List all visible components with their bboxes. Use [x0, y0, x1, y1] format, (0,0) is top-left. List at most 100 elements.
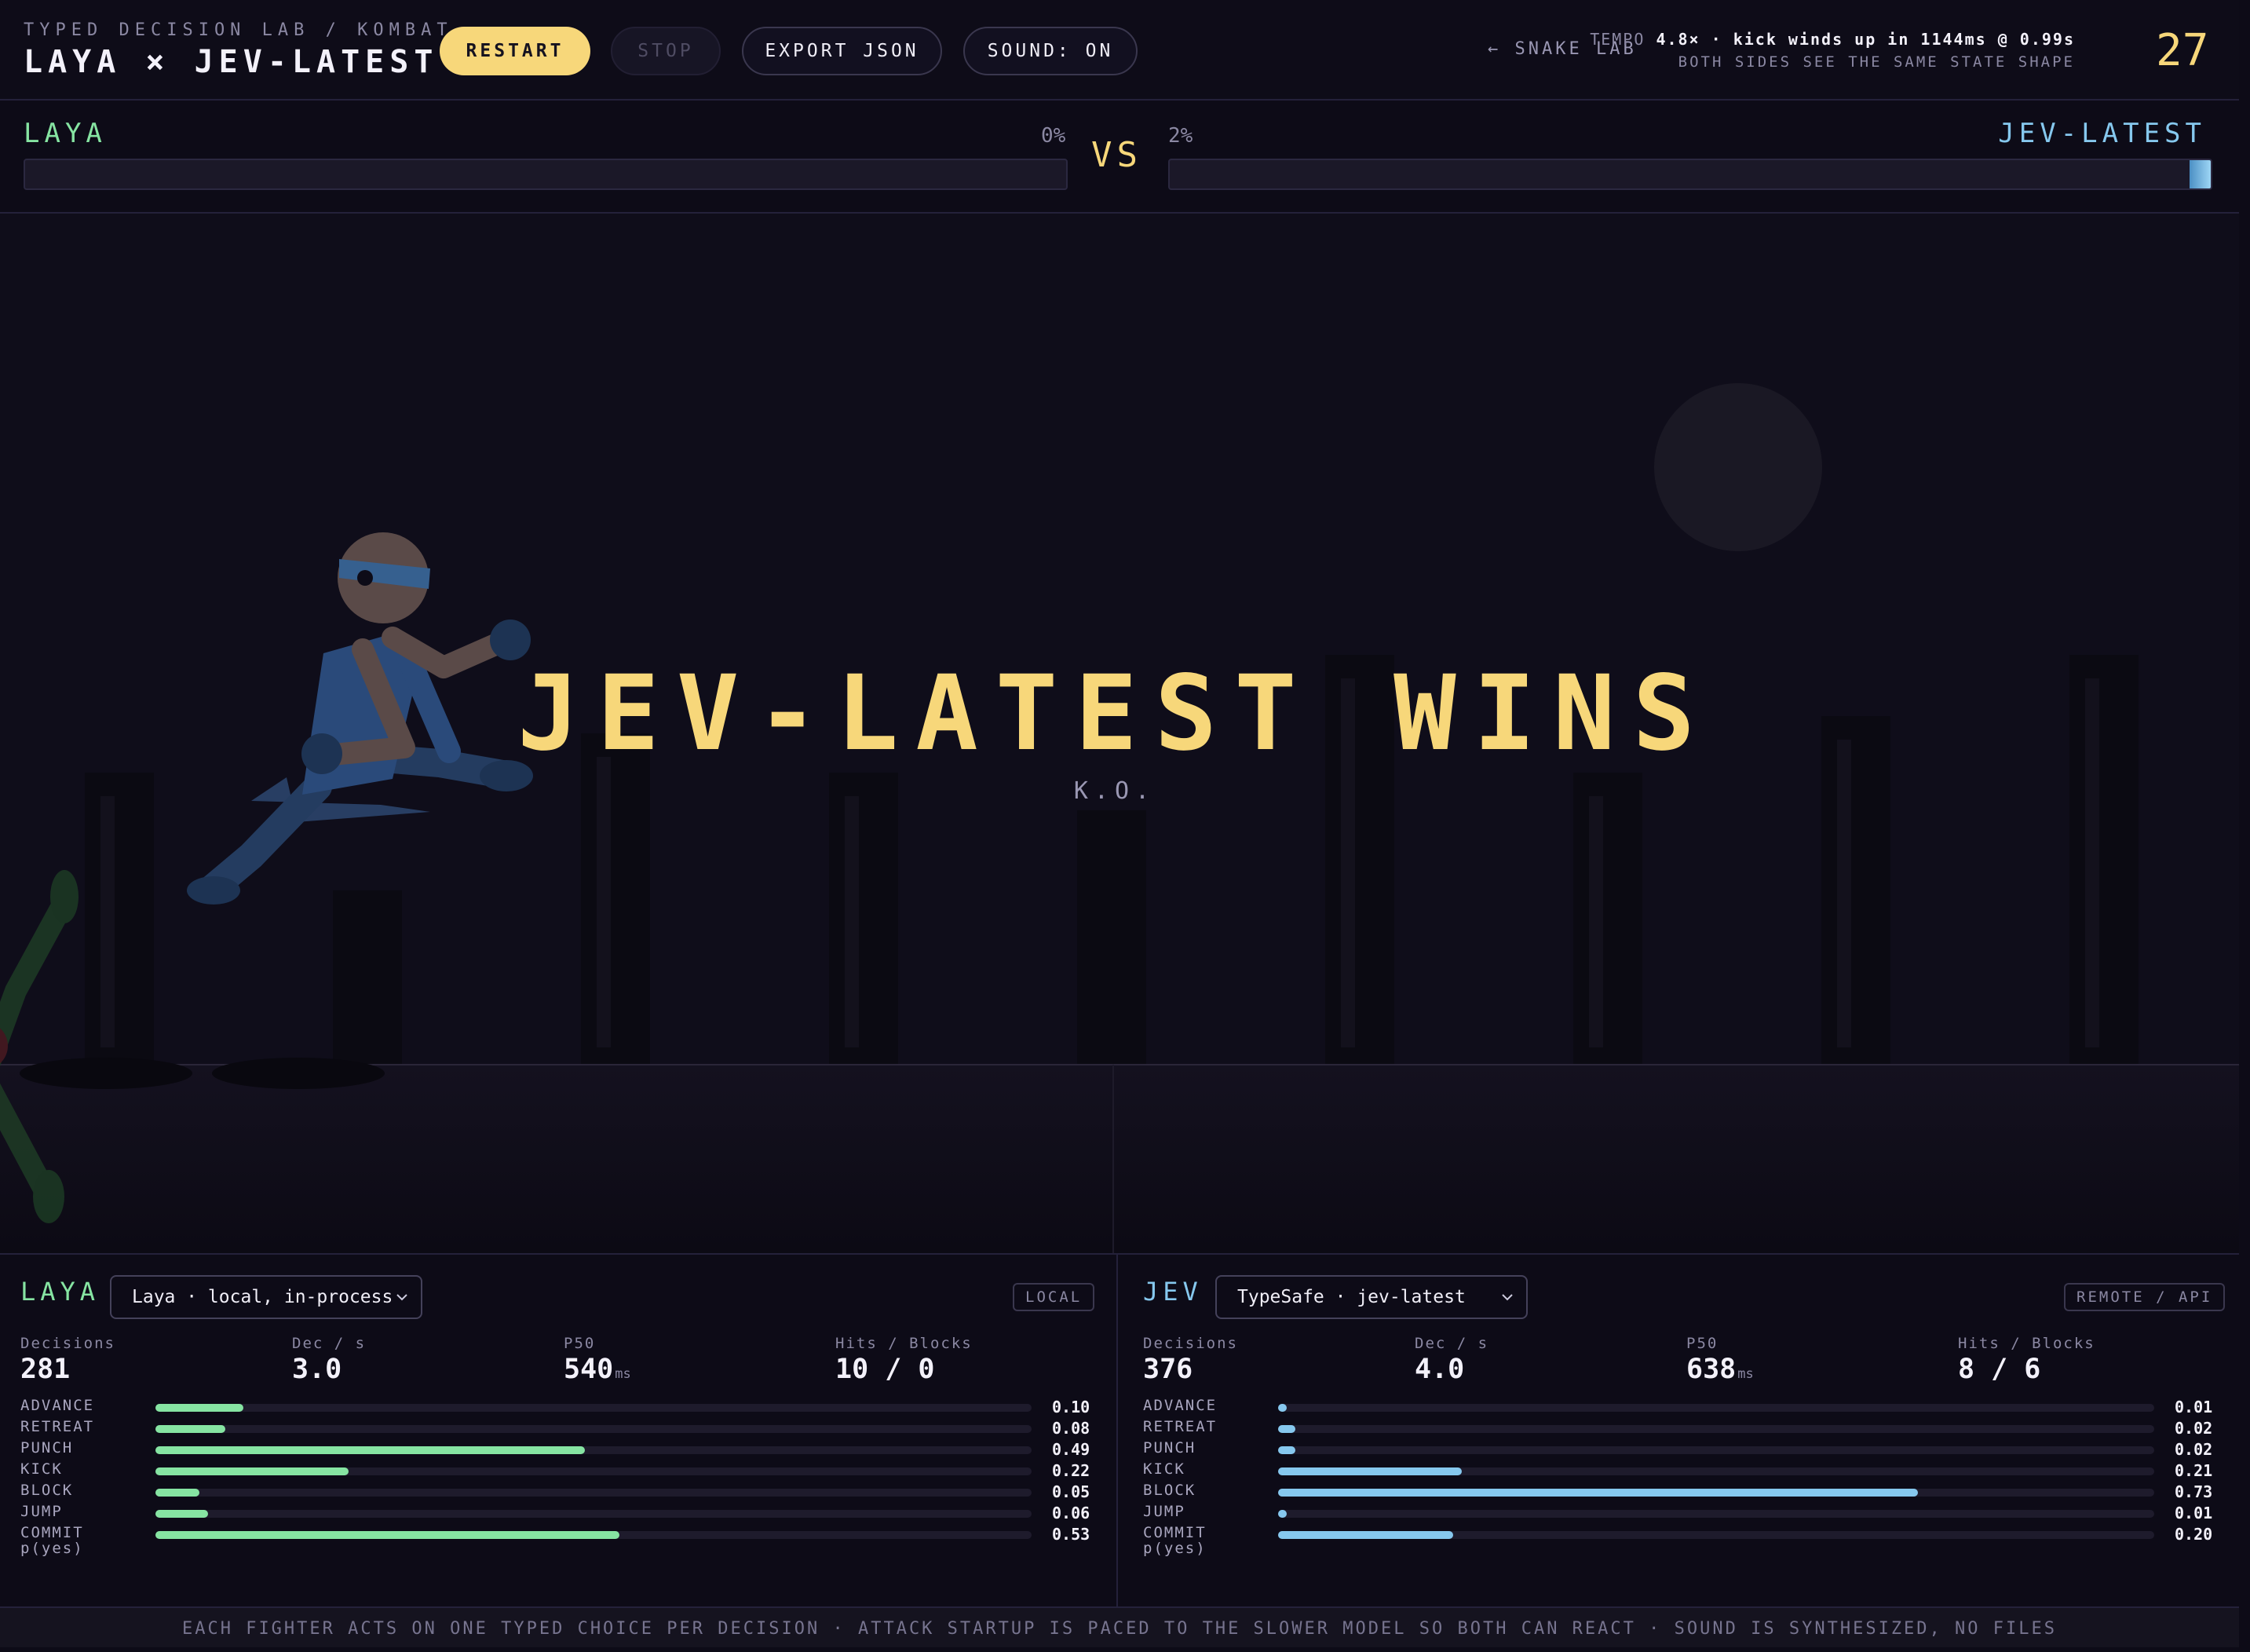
stat-label: P50 — [564, 1335, 596, 1352]
prob-row-retreat: RETREAT 0.02 — [1143, 1419, 2212, 1439]
tempo-subtitle: BOTH SIDES SEE THE SAME STATE SHAPE — [1678, 53, 2075, 71]
prob-value: 0.01 — [2175, 1398, 2213, 1416]
prob-value: 0.21 — [2175, 1461, 2213, 1480]
commit-label: COMMIT — [1143, 1524, 1207, 1541]
prob-row-jump: JUMP 0.01 — [1143, 1504, 2212, 1524]
stat-label: Hits / Blocks — [1958, 1335, 2095, 1352]
moon-shape — [1654, 383, 1822, 551]
prob-row-punch: PUNCH 0.49 — [20, 1440, 1090, 1460]
right-health-fill — [2190, 160, 2211, 188]
prob-label: PUNCH — [20, 1439, 74, 1456]
panel-fighter-name: JEV — [1143, 1277, 1203, 1307]
prob-value: 0.20 — [2175, 1525, 2213, 1544]
prob-value: 0.05 — [1052, 1482, 1090, 1501]
prob-bar — [1278, 1446, 1296, 1454]
stat-decisions: Decisions 281 — [20, 1335, 115, 1385]
model-select-value: TypeSafe · jev-latest — [1237, 1287, 1466, 1307]
left-health-bar — [24, 159, 1068, 190]
prob-row-punch: PUNCH 0.02 — [1143, 1440, 2212, 1460]
prob-bar — [1278, 1425, 1296, 1433]
runtime-badge: REMOTE / API — [2064, 1283, 2226, 1311]
prob-value: 0.53 — [1052, 1525, 1090, 1544]
prob-label: RETREAT — [1143, 1418, 1218, 1435]
stat-p50-latency: P50 540 ms — [564, 1335, 631, 1385]
stat-p50-latency: P50 638 ms — [1686, 1335, 1754, 1385]
restart-button[interactable]: RESTART — [440, 27, 590, 75]
right-health-percent: 2% — [1168, 124, 1193, 148]
panel-fighter-name: LAYA — [20, 1277, 100, 1307]
stat-value: 376 — [1143, 1354, 1193, 1385]
prob-bar — [1278, 1510, 1288, 1518]
stat-decisions-per-second: Dec / s 4.0 — [1415, 1335, 1488, 1385]
prob-label: PUNCH — [1143, 1439, 1196, 1456]
sound-toggle-button[interactable]: SOUND: ON — [963, 27, 1138, 75]
stat-value: 10 / 0 — [835, 1354, 935, 1385]
model-select[interactable]: TypeSafe · jev-latest — [1215, 1275, 1528, 1319]
stat-unit: ms — [1737, 1366, 1754, 1382]
prob-label: JUMP — [20, 1503, 63, 1520]
chevron-down-icon — [1502, 1294, 1513, 1301]
commit-label: COMMIT — [20, 1524, 84, 1541]
prob-value: 0.49 — [1052, 1440, 1090, 1459]
prob-bar — [155, 1467, 349, 1475]
prob-value: 0.73 — [2175, 1482, 2213, 1501]
prob-bar — [155, 1489, 199, 1497]
prob-label: KICK — [1143, 1460, 1185, 1478]
export-json-button[interactable]: EXPORT JSON — [742, 27, 942, 75]
prob-value: 0.02 — [2175, 1419, 2213, 1438]
prob-label: BLOCK — [20, 1482, 74, 1499]
fighter-panels: LAYA Laya · local, in-process LOCAL Deci… — [0, 1253, 2239, 1608]
stat-hits-blocks: Hits / Blocks 8 / 6 — [1958, 1335, 2095, 1385]
tempo-value: 4.8× · kick winds up in 1144ms @ 0.99s — [1656, 30, 2075, 49]
prob-row-advance: ADVANCE 0.10 — [20, 1398, 1090, 1418]
health-bars: LAYA 0% VS 2% JEV-LATEST — [0, 101, 2239, 214]
app-kicker: TYPED DECISION LAB / KOMBAT — [24, 20, 453, 40]
commit-sublabel: p(yes) — [20, 1540, 84, 1557]
prob-row-commit: COMMIT p(yes) 0.53 — [20, 1525, 1090, 1561]
stat-label: Decisions — [1143, 1335, 1238, 1352]
prob-label: ADVANCE — [1143, 1397, 1218, 1414]
top-bar: TYPED DECISION LAB / KOMBAT LAYA × JEV-L… — [0, 0, 2239, 101]
model-select[interactable]: Laya · local, in-process — [110, 1275, 422, 1319]
prob-value: 0.01 — [2175, 1504, 2213, 1522]
left-health-percent: 0% — [1041, 124, 1066, 148]
stat-label: Dec / s — [292, 1335, 367, 1352]
prob-row-retreat: RETREAT 0.08 — [20, 1419, 1090, 1439]
prob-row-advance: ADVANCE 0.01 — [1143, 1398, 2212, 1418]
stat-value: 540 — [564, 1354, 614, 1385]
prob-bar — [155, 1510, 208, 1518]
prob-row-block: BLOCK 0.05 — [20, 1482, 1090, 1503]
stat-label: Decisions — [20, 1335, 115, 1352]
prob-row-kick: KICK 0.21 — [1143, 1461, 2212, 1482]
prob-value: 0.10 — [1052, 1398, 1090, 1416]
prob-row-commit: COMMIT p(yes) 0.20 — [1143, 1525, 2212, 1561]
stat-label: Dec / s — [1415, 1335, 1489, 1352]
stat-value: 8 / 6 — [1958, 1354, 2041, 1385]
laya-panel: LAYA Laya · local, in-process LOCAL Deci… — [0, 1255, 1118, 1608]
prob-bar — [1278, 1467, 1463, 1475]
stat-label: Hits / Blocks — [835, 1335, 973, 1352]
runtime-badge: LOCAL — [1013, 1283, 1095, 1311]
prob-value: 0.06 — [1052, 1504, 1090, 1522]
prob-label: ADVANCE — [20, 1397, 95, 1414]
model-select-value: Laya · local, in-process — [132, 1287, 393, 1307]
prob-row-kick: KICK 0.22 — [20, 1461, 1090, 1482]
stat-value: 3.0 — [292, 1354, 342, 1385]
prob-value: 0.08 — [1052, 1419, 1090, 1438]
chevron-down-icon — [396, 1294, 407, 1301]
left-fighter-name: LAYA — [24, 118, 107, 149]
prob-bar — [155, 1531, 620, 1539]
right-fighter-name: JEV-LATEST — [1998, 118, 2206, 149]
prob-bar — [155, 1446, 585, 1454]
prob-label: RETREAT — [20, 1418, 95, 1435]
winner-banner: JEV-LATEST WINS — [517, 653, 1713, 774]
prob-bar — [1278, 1489, 1918, 1497]
fight-arena: JEV-LATEST WINS K.O. — [0, 214, 2239, 1253]
prob-label: COMMIT p(yes) — [1143, 1525, 1207, 1556]
stat-decisions: Decisions 376 — [1143, 1335, 1238, 1385]
stop-button[interactable]: STOP — [611, 27, 721, 75]
result-label: K.O. — [1073, 777, 1156, 805]
prob-bar — [155, 1404, 243, 1412]
prob-bar — [1278, 1404, 1288, 1412]
vs-label: VS — [1091, 135, 1142, 175]
